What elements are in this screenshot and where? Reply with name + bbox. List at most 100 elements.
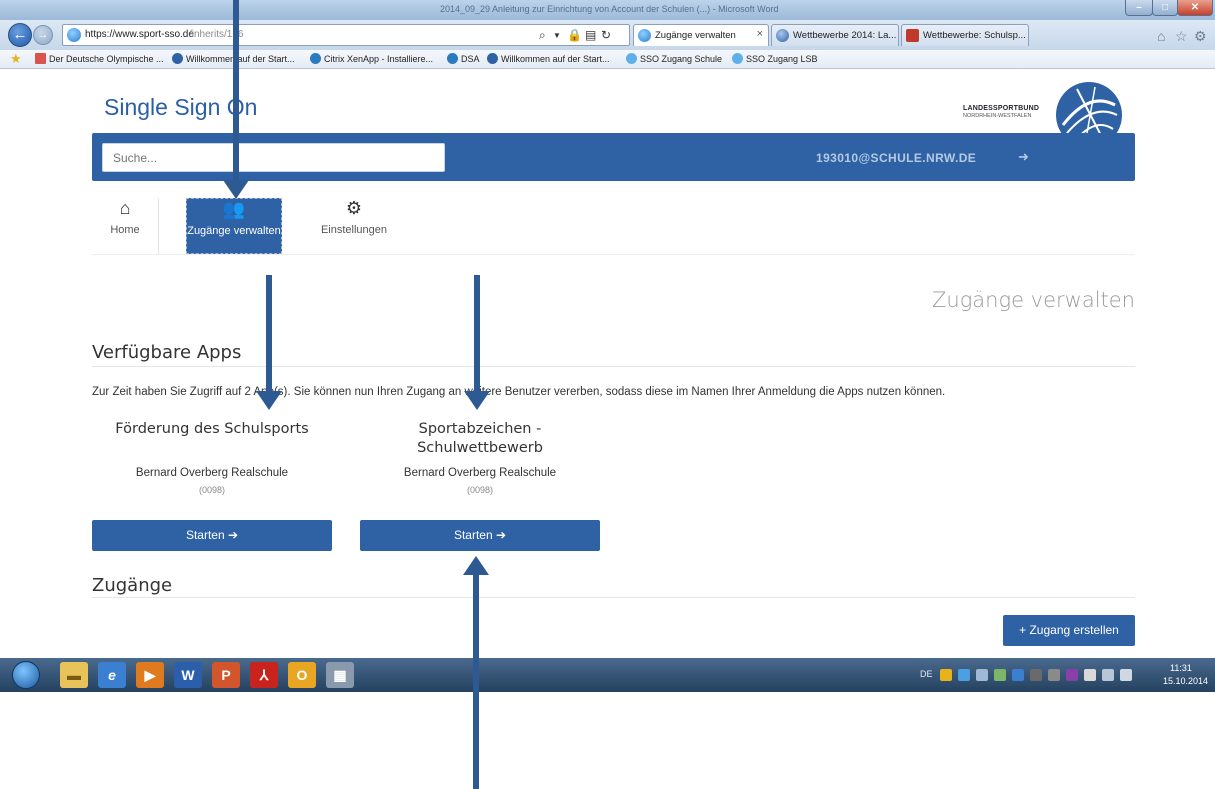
explorer-icon[interactable]: ▬ bbox=[60, 662, 88, 688]
home-icon: ⌂ bbox=[119, 198, 131, 218]
tray-app-icon[interactable] bbox=[1030, 669, 1042, 681]
logout-icon[interactable]: ➜ bbox=[1018, 149, 1029, 165]
section-title-access: Zugänge bbox=[92, 575, 173, 596]
app-title: Sportabzeichen - Schulwettbewerb bbox=[417, 421, 543, 456]
favorite-sso-schule[interactable]: SSO Zugang Schule bbox=[626, 53, 722, 64]
divider bbox=[92, 597, 1135, 598]
dropdown-icon[interactable]: ▼ bbox=[553, 31, 561, 40]
minimize-icon: – bbox=[1136, 2, 1142, 13]
start-button[interactable]: Starten ➔ bbox=[360, 520, 600, 551]
app-school-code: (0098) bbox=[466, 485, 493, 495]
internet-explorer-icon[interactable]: e bbox=[98, 662, 126, 688]
site-favicon-icon bbox=[906, 29, 919, 42]
ie-page-icon bbox=[638, 29, 651, 42]
tray-app-icon[interactable] bbox=[994, 669, 1006, 681]
powerpoint-icon[interactable]: P bbox=[212, 662, 240, 688]
taskbar: ▬ e ▶ W P ⅄ O ▦ DE 11:31 15.10.2014 bbox=[0, 658, 1215, 692]
outlook-icon[interactable]: O bbox=[288, 662, 316, 688]
ie-page-icon bbox=[67, 28, 81, 42]
annotation-arrow-head bbox=[223, 180, 249, 199]
nav-einstellungen[interactable]: ⚙ Einstellungen bbox=[306, 198, 402, 254]
tray-app-icon[interactable] bbox=[958, 669, 970, 681]
annotation-arrow-head bbox=[256, 391, 282, 410]
tray-app-icon[interactable] bbox=[1012, 669, 1024, 681]
nav-label: Einstellungen bbox=[320, 224, 388, 236]
lock-icon[interactable]: 🔒 bbox=[567, 28, 582, 42]
annotation-arrow-shaft bbox=[474, 275, 480, 393]
compatibility-icon[interactable]: ▤ bbox=[585, 28, 596, 42]
favorite-label: Willkommen auf der Start... bbox=[501, 54, 610, 64]
app-card: Sportabzeichen - Schulwettbewerb Bernard… bbox=[360, 420, 600, 495]
back-button[interactable]: ← bbox=[8, 23, 32, 47]
window-title: 2014_09_29 Anleitung zur Einrichtung von… bbox=[440, 4, 779, 14]
favorites-star-icon[interactable]: ☆ bbox=[1175, 28, 1188, 45]
sport-logo-icon bbox=[776, 29, 789, 42]
citrix-icon bbox=[447, 53, 458, 64]
minimize-button[interactable]: – bbox=[1125, 0, 1153, 16]
annotation-arrow-shaft bbox=[266, 275, 272, 393]
nav-home[interactable]: ⌂ Home bbox=[92, 198, 158, 254]
address-bar[interactable]: https://www.sport-sso.de /inherits/126 ⌕… bbox=[62, 24, 630, 46]
app-school-code: (0098) bbox=[198, 485, 225, 495]
favorite-citrix[interactable]: Citrix XenApp - Installiere... bbox=[310, 53, 433, 64]
section-title-apps: Verfügbare Apps bbox=[92, 342, 242, 363]
media-player-icon[interactable]: ▶ bbox=[136, 662, 164, 688]
ie-page-icon bbox=[732, 53, 743, 64]
arrow-left-icon: ← bbox=[12, 26, 28, 43]
tab-zugaenge-verwalten[interactable]: Zugänge verwalten × bbox=[633, 24, 769, 46]
app-school: Bernard Overberg Realschule bbox=[403, 467, 557, 479]
tab-wettbewerbe-2014[interactable]: Wettbewerbe 2014: La... bbox=[771, 24, 899, 46]
clock-date[interactable]: 15.10.2014 bbox=[1163, 676, 1208, 686]
favorite-dsa[interactable]: DSA bbox=[447, 53, 480, 64]
home-icon[interactable]: ⌂ bbox=[1157, 28, 1165, 44]
search-input[interactable] bbox=[102, 143, 445, 172]
word-icon[interactable]: W bbox=[174, 662, 202, 688]
favorite-willkommen-2[interactable]: Willkommen auf der Start... bbox=[487, 53, 610, 64]
acrobat-icon[interactable]: ⅄ bbox=[250, 662, 278, 688]
user-email[interactable]: 193010@SCHULE.NRW.DE bbox=[816, 151, 976, 165]
annotation-arrow-head bbox=[464, 391, 490, 410]
tab-label: Zugänge verwalten bbox=[655, 30, 736, 41]
users-icon: 👥 bbox=[222, 199, 246, 219]
speaker-icon[interactable] bbox=[1120, 669, 1132, 681]
refresh-icon[interactable]: ↻ bbox=[601, 28, 611, 42]
language-indicator[interactable]: DE bbox=[920, 669, 933, 679]
gear-icon[interactable]: ⚙ bbox=[1194, 28, 1207, 45]
maximize-button[interactable]: □ bbox=[1152, 0, 1178, 16]
favorite-label: Citrix XenApp - Installiere... bbox=[324, 54, 434, 64]
page-title: Zugänge verwalten bbox=[932, 288, 1135, 312]
close-button[interactable]: ✕ bbox=[1177, 0, 1213, 16]
favorite-label: Der Deutsche Olympische ... bbox=[49, 54, 164, 64]
lsb-logo-subtext: NORDRHEIN-WESTFALEN bbox=[963, 113, 1032, 119]
tray-app-icon[interactable] bbox=[940, 669, 952, 681]
tray-app-icon[interactable] bbox=[1048, 669, 1060, 681]
clock-time[interactable]: 11:31 bbox=[1170, 663, 1192, 673]
onenote-icon[interactable] bbox=[1066, 669, 1078, 681]
windows-start-button[interactable] bbox=[12, 661, 40, 689]
forward-button[interactable]: → bbox=[33, 25, 53, 45]
citrix-icon bbox=[310, 53, 321, 64]
dosb-icon bbox=[35, 53, 46, 64]
action-center-icon[interactable] bbox=[1102, 669, 1114, 681]
browser-navbar: ← → https://www.sport-sso.de /inherits/1… bbox=[0, 20, 1215, 50]
favorite-dosb[interactable]: Der Deutsche Olympische ... bbox=[35, 53, 164, 64]
favorite-label: SSO Zugang LSB bbox=[746, 54, 818, 64]
annotation-arrow-shaft bbox=[473, 573, 479, 789]
search-icon[interactable]: ⌕ bbox=[539, 28, 546, 43]
app-school: Bernard Overberg Realschule bbox=[135, 467, 289, 479]
favorite-sso-lsb[interactable]: SSO Zugang LSB bbox=[732, 53, 818, 64]
url-host: https://www.sport-sso.de bbox=[85, 29, 194, 40]
calculator-icon[interactable]: ▦ bbox=[326, 662, 354, 688]
nav-separator bbox=[92, 254, 1135, 255]
nav-zugaenge-verwalten[interactable]: 👥 Zugänge verwalten bbox=[186, 198, 282, 254]
start-button[interactable]: Starten ➔ bbox=[92, 520, 332, 551]
tab-wettbewerbe-schulsport[interactable]: Wettbewerbe: Schulsp... bbox=[901, 24, 1029, 46]
network-icon[interactable] bbox=[976, 669, 988, 681]
create-access-button[interactable]: + Zugang erstellen bbox=[1003, 615, 1135, 646]
nav-label: Home bbox=[110, 224, 140, 236]
sport-logo-icon bbox=[172, 53, 183, 64]
flag-icon[interactable] bbox=[1084, 669, 1096, 681]
favorites-star-icon[interactable]: ★ bbox=[10, 51, 22, 67]
lsb-logo-text: LANDESSPORTBUND bbox=[963, 105, 1040, 112]
close-tab-icon[interactable]: × bbox=[757, 28, 763, 40]
